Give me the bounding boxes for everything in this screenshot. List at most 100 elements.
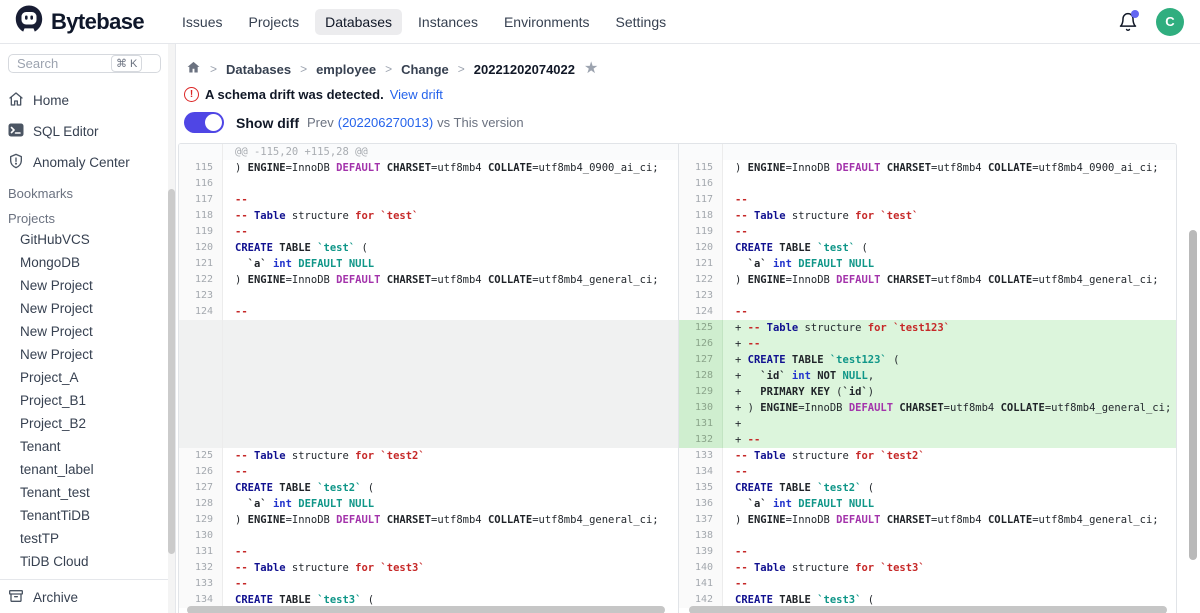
search-shortcut-badge: ⌘ K	[111, 55, 142, 72]
diff-row: 125+ -- Table structure for `test123`	[679, 320, 1176, 336]
nav-item-issues[interactable]: Issues	[172, 9, 232, 35]
line-number: 130	[179, 528, 223, 544]
breadcrumb-item-change[interactable]: Change	[401, 62, 449, 77]
code-line	[223, 320, 678, 336]
diff-row: 132-- Table structure for `test3`	[179, 560, 678, 576]
line-number: 124	[679, 304, 723, 320]
code-line: --	[723, 464, 1176, 480]
sidebar-project-item[interactable]: Project_B1	[0, 389, 175, 412]
line-number: 121	[179, 256, 223, 272]
breadcrumb-item-databases[interactable]: Databases	[226, 62, 291, 77]
diff-toolbar: Show diff Prev (202206270013) vs This ve…	[184, 112, 1178, 133]
sidebar-project-item[interactable]: New Project	[0, 343, 175, 366]
sidebar-project-item[interactable]: New Project	[0, 274, 175, 297]
diff-row: 127CREATE TABLE `test2` (	[179, 480, 678, 496]
code-line: ) ENGINE=InnoDB DEFAULT CHARSET=utf8mb4 …	[223, 512, 678, 528]
diff-row: 126--	[179, 464, 678, 480]
line-number: 131	[679, 416, 723, 432]
line-number: 123	[179, 288, 223, 304]
brand-name: Bytebase	[51, 9, 144, 35]
sidebar-project-item[interactable]: testTP	[0, 527, 175, 550]
main-content: > Databases > employee > Change > 202212…	[176, 44, 1200, 613]
nav-item-settings[interactable]: Settings	[606, 9, 677, 35]
sidebar-project-item[interactable]: TiDB Cloud	[0, 550, 175, 573]
sidebar-project-item[interactable]: MongoDB	[0, 251, 175, 274]
diff-row: 129+ PRIMARY KEY (`id`)	[679, 384, 1176, 400]
diff-row: 137) ENGINE=InnoDB DEFAULT CHARSET=utf8m…	[679, 512, 1176, 528]
diff-row: 131--	[179, 544, 678, 560]
breadcrumb-separator: >	[210, 62, 217, 76]
nav-item-environments[interactable]: Environments	[494, 9, 600, 35]
nav-item-projects[interactable]: Projects	[239, 9, 310, 35]
sidebar-project-item[interactable]: GitHubVCS	[0, 228, 175, 251]
code-line	[223, 176, 678, 192]
diff-row: 136 `a` int DEFAULT NULL	[679, 496, 1176, 512]
code-line	[223, 288, 678, 304]
line-number: 128	[179, 496, 223, 512]
prev-version-link[interactable]: (202206270013)	[338, 115, 433, 130]
code-line	[223, 336, 678, 352]
sidebar-project-item[interactable]: Project_A	[0, 366, 175, 389]
code-line: + --	[723, 432, 1176, 448]
sidebar-project-item[interactable]: tenant_label	[0, 458, 175, 481]
sidebar-project-item[interactable]: Tenant	[0, 435, 175, 458]
diff-row: 119--	[179, 224, 678, 240]
user-avatar[interactable]: C	[1156, 8, 1184, 36]
sidebar-scrollbar-thumb[interactable]	[168, 189, 175, 554]
search-box[interactable]: ⌘ K	[8, 54, 161, 73]
sidebar-item-sql-editor[interactable]: SQL Editor	[0, 116, 175, 147]
diff-row: 129) ENGINE=InnoDB DEFAULT CHARSET=utf8m…	[179, 512, 678, 528]
diff-row: 133--	[179, 576, 678, 592]
line-number: 121	[679, 256, 723, 272]
code-line: +	[723, 416, 1176, 432]
code-line: --	[223, 544, 678, 560]
line-number: 120	[179, 240, 223, 256]
diff-row: 141--	[679, 576, 1176, 592]
sidebar-project-item[interactable]: Tenant_test	[0, 481, 175, 504]
code-line: ) ENGINE=InnoDB DEFAULT CHARSET=utf8mb4 …	[223, 272, 678, 288]
sidebar-project-item[interactable]: New Project	[0, 320, 175, 343]
view-drift-link[interactable]: View drift	[390, 87, 443, 102]
line-number: 140	[679, 560, 723, 576]
line-number: 119	[679, 224, 723, 240]
page-scrollbar-thumb[interactable]	[1189, 230, 1197, 560]
line-number: 131	[179, 544, 223, 560]
nav-item-instances[interactable]: Instances	[408, 9, 488, 35]
code-line: CREATE TABLE `test` (	[723, 240, 1176, 256]
bookmark-star-icon[interactable]: ★	[584, 61, 598, 77]
breadcrumb-item-version: 20221202074022	[474, 62, 575, 77]
diff-row: 119--	[679, 224, 1176, 240]
line-number: 115	[179, 160, 223, 176]
sidebar-project-item[interactable]: Project_B2	[0, 412, 175, 435]
sidebar-project-item[interactable]: TenantTiDB	[0, 504, 175, 527]
diff-row: 130+ ) ENGINE=InnoDB DEFAULT CHARSET=utf…	[679, 400, 1176, 416]
diff-row: 126+ --	[679, 336, 1176, 352]
sql-editor-icon	[8, 122, 24, 141]
diff-row: 134--	[679, 464, 1176, 480]
bytebase-logo[interactable]: Bytebase	[14, 4, 144, 39]
diff-row: 124--	[679, 304, 1176, 320]
diff-right-hscrollbar[interactable]	[689, 606, 1167, 613]
diff-row: @@ -115,20 +115,28 @@	[179, 144, 678, 160]
archive-icon	[8, 588, 24, 607]
line-number	[679, 144, 723, 160]
breadcrumb-home-icon[interactable]	[186, 60, 201, 78]
sidebar-item-anomaly-center[interactable]: Anomaly Center	[0, 147, 175, 178]
notification-bell-icon[interactable]	[1118, 12, 1138, 32]
code-line: --	[723, 304, 1176, 320]
nav-item-databases[interactable]: Databases	[315, 9, 402, 35]
line-number: 136	[679, 496, 723, 512]
bookmarks-section-label: Bookmarks	[0, 178, 175, 203]
breadcrumb-separator: >	[385, 62, 392, 76]
code-line	[723, 176, 1176, 192]
breadcrumb-item-employee[interactable]: employee	[316, 62, 376, 77]
sidebar-item-archive[interactable]: Archive	[0, 580, 175, 613]
line-number: 116	[679, 176, 723, 192]
code-line: + CREATE TABLE `test123` (	[723, 352, 1176, 368]
show-diff-toggle[interactable]	[184, 112, 224, 133]
diff-left-hscrollbar[interactable]	[187, 606, 665, 613]
sidebar: ⌘ K Home SQL Editor	[0, 44, 176, 613]
sidebar-project-item[interactable]: New Project	[0, 297, 175, 320]
sidebar-item-home[interactable]: Home	[0, 85, 175, 116]
search-input[interactable]	[17, 56, 107, 71]
